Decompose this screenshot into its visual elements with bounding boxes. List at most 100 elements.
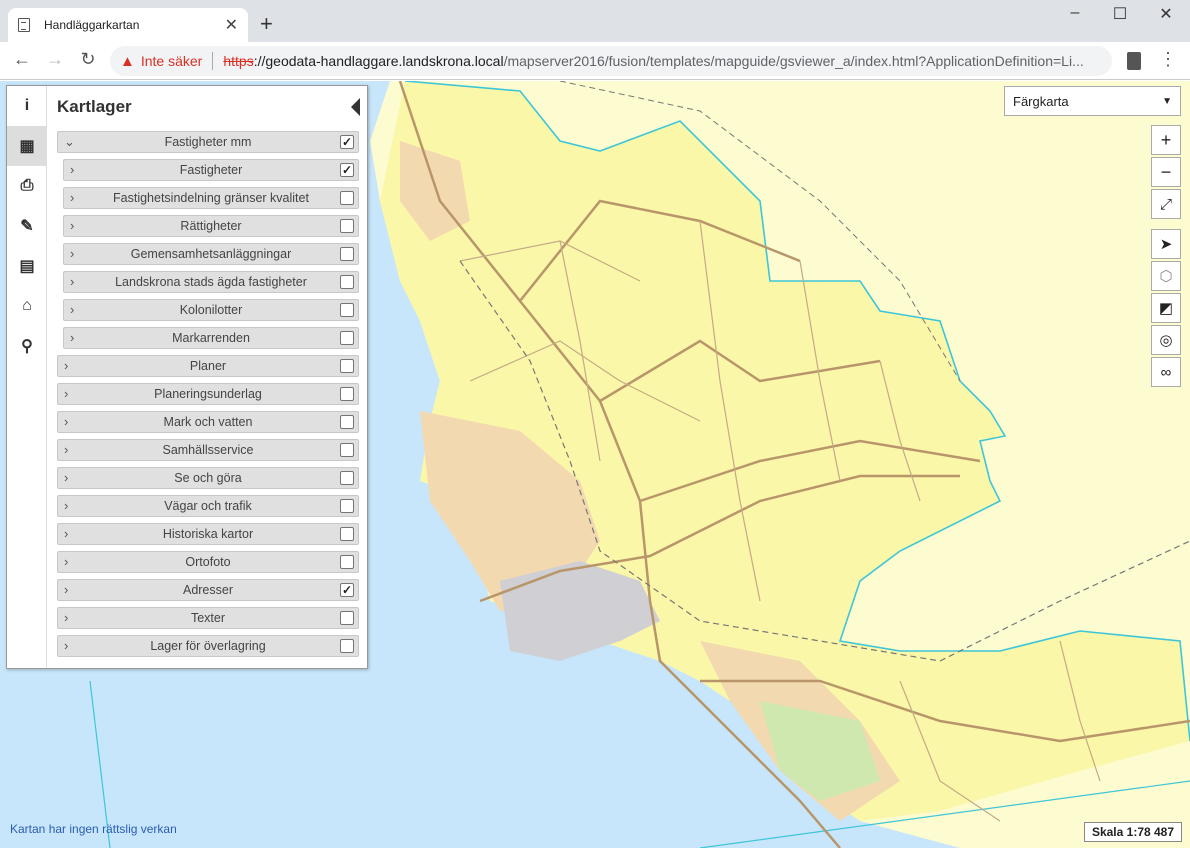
url-path: /mapserver2016/fusion/templates/mapguide…	[503, 53, 1084, 69]
zoom-out-button[interactable]: −	[1151, 157, 1181, 187]
extension-icon[interactable]	[1127, 52, 1141, 70]
layer-checkbox[interactable]: ✓	[340, 135, 354, 149]
new-tab-button[interactable]: +	[260, 11, 273, 37]
fullscreen-icon[interactable]: ⤢	[1151, 189, 1181, 219]
chevron-right-icon[interactable]: ›	[64, 638, 68, 653]
chevron-down-icon[interactable]: ⌄	[64, 134, 75, 150]
chevron-right-icon[interactable]: ›	[64, 554, 68, 569]
browser-tabstrip: Handläggarkartan ✕ + – ☐ ✕	[0, 0, 1190, 42]
layer-label: Texter	[190, 611, 226, 625]
layer-row[interactable]: › Planeringsunderlag	[57, 383, 359, 405]
chevron-right-icon[interactable]: ›	[64, 526, 68, 541]
layer-row[interactable]: › Landskrona stads ägda fastigheter	[63, 271, 359, 293]
dropdown-arrow-icon: ▼	[1162, 95, 1172, 107]
menu-icon[interactable]: ⋮	[1156, 49, 1180, 70]
address-bar[interactable]: ▲ Inte säker https ://geodata-handlaggar…	[110, 46, 1112, 76]
chevron-right-icon[interactable]: ›	[64, 358, 68, 373]
measure-icon[interactable]: ◩	[1151, 293, 1181, 323]
compass-icon[interactable]: ◎	[1151, 325, 1181, 355]
document-icon[interactable]: ▤	[7, 246, 47, 286]
layer-row[interactable]: ⌄ Fastigheter mm ✓	[57, 131, 359, 153]
layer-row[interactable]: › Samhällsservice	[57, 439, 359, 461]
chevron-right-icon[interactable]: ›	[64, 414, 68, 429]
chevron-right-icon[interactable]: ›	[64, 442, 68, 457]
layer-checkbox[interactable]	[340, 387, 354, 401]
chevron-right-icon[interactable]: ›	[70, 330, 74, 345]
layer-row[interactable]: › Mark och vatten	[57, 411, 359, 433]
map-icon[interactable]: ▦	[7, 126, 47, 166]
layer-row[interactable]: › Lager för överlagring	[57, 635, 359, 657]
layer-row[interactable]: › Vägar och trafik	[57, 495, 359, 517]
chevron-right-icon[interactable]: ›	[70, 218, 74, 233]
layer-label: Planer	[189, 359, 227, 373]
layer-checkbox[interactable]	[340, 331, 354, 345]
maximize-button[interactable]: ☐	[1097, 4, 1143, 24]
layer-row[interactable]: › Historiska kartor	[57, 523, 359, 545]
close-window-button[interactable]: ✕	[1143, 4, 1189, 24]
reload-icon[interactable]: ↻	[76, 49, 100, 70]
pencil-icon[interactable]: ✎	[7, 206, 47, 246]
layer-row[interactable]: › Fastighetsindelning gränser kvalitet	[63, 187, 359, 209]
chevron-right-icon[interactable]: ›	[70, 190, 74, 205]
layer-checkbox[interactable]	[340, 247, 354, 261]
scale-indicator: Skala 1:78 487	[1084, 822, 1182, 842]
layer-label: Fastighetsindelning gränser kvalitet	[113, 191, 309, 205]
layer-checkbox[interactable]	[340, 191, 354, 205]
layer-checkbox[interactable]: ✓	[340, 583, 354, 597]
collapse-panel-icon[interactable]	[351, 98, 360, 116]
zoom-in-button[interactable]: +	[1151, 125, 1181, 155]
layer-row[interactable]: › Texter	[57, 607, 359, 629]
layer-checkbox[interactable]	[340, 219, 354, 233]
layer-label: Fastigheter mm	[164, 135, 252, 149]
layer-row[interactable]: › Se och göra	[57, 467, 359, 489]
polygon-icon[interactable]: ⬡	[1151, 261, 1181, 291]
layer-checkbox[interactable]	[340, 499, 354, 513]
disclaimer-text: Kartan har ingen rättslig verkan	[10, 822, 177, 836]
layer-checkbox[interactable]	[340, 639, 354, 653]
info-icon[interactable]: i	[7, 86, 47, 126]
locate-icon[interactable]: ➤	[1151, 229, 1181, 259]
minimize-button[interactable]: –	[1052, 4, 1098, 22]
forward-icon[interactable]: →	[43, 49, 67, 70]
chevron-right-icon[interactable]: ›	[64, 582, 68, 597]
chevron-right-icon[interactable]: ›	[64, 610, 68, 625]
panel-title: Kartlager	[57, 97, 132, 116]
layer-checkbox[interactable]	[340, 443, 354, 457]
layer-checkbox[interactable]	[340, 527, 354, 541]
layer-checkbox[interactable]	[340, 471, 354, 485]
basemap-select[interactable]: Färgkarta ▼	[1004, 86, 1181, 116]
chevron-right-icon[interactable]: ›	[70, 162, 74, 177]
layer-checkbox[interactable]	[340, 611, 354, 625]
layer-label: Se och göra	[174, 471, 242, 485]
back-icon[interactable]: ←	[10, 49, 34, 70]
panel-sidebar: i ▦ ⎙ ✎ ▤ ⌂ ⚲	[7, 86, 47, 668]
layer-row[interactable]: › Gemensamhetsanläggningar	[63, 243, 359, 265]
layer-row[interactable]: › Ortofoto	[57, 551, 359, 573]
print-icon[interactable]: ⎙	[7, 166, 47, 206]
chevron-right-icon[interactable]: ›	[64, 498, 68, 513]
layer-row[interactable]: › Fastigheter ✓	[63, 159, 359, 181]
layer-row[interactable]: › Planer	[57, 355, 359, 377]
search-icon[interactable]: ⚲	[7, 326, 47, 366]
layer-checkbox[interactable]	[340, 415, 354, 429]
tab-close-icon[interactable]: ✕	[225, 15, 238, 35]
layer-checkbox[interactable]: ✓	[340, 163, 354, 177]
layer-checkbox[interactable]	[340, 555, 354, 569]
home-icon[interactable]: ⌂	[7, 286, 47, 326]
chevron-right-icon[interactable]: ›	[70, 246, 74, 261]
chevron-right-icon[interactable]: ›	[64, 470, 68, 485]
layer-row[interactable]: › Kolonilotter	[63, 299, 359, 321]
chevron-right-icon[interactable]: ›	[70, 274, 74, 289]
layer-checkbox[interactable]	[340, 359, 354, 373]
chevron-right-icon[interactable]: ›	[70, 302, 74, 317]
browser-tab[interactable]: Handläggarkartan ✕	[8, 8, 248, 42]
link-icon[interactable]: ∞	[1151, 357, 1181, 387]
chevron-right-icon[interactable]: ›	[64, 386, 68, 401]
layer-checkbox[interactable]	[340, 303, 354, 317]
layer-checkbox[interactable]	[340, 275, 354, 289]
layer-row[interactable]: › Adresser ✓	[57, 579, 359, 601]
layer-label: Vägar och trafik	[164, 499, 252, 513]
layer-row[interactable]: › Markarrenden	[63, 327, 359, 349]
security-label[interactable]: Inte säker	[141, 53, 202, 69]
layer-row[interactable]: › Rättigheter	[63, 215, 359, 237]
